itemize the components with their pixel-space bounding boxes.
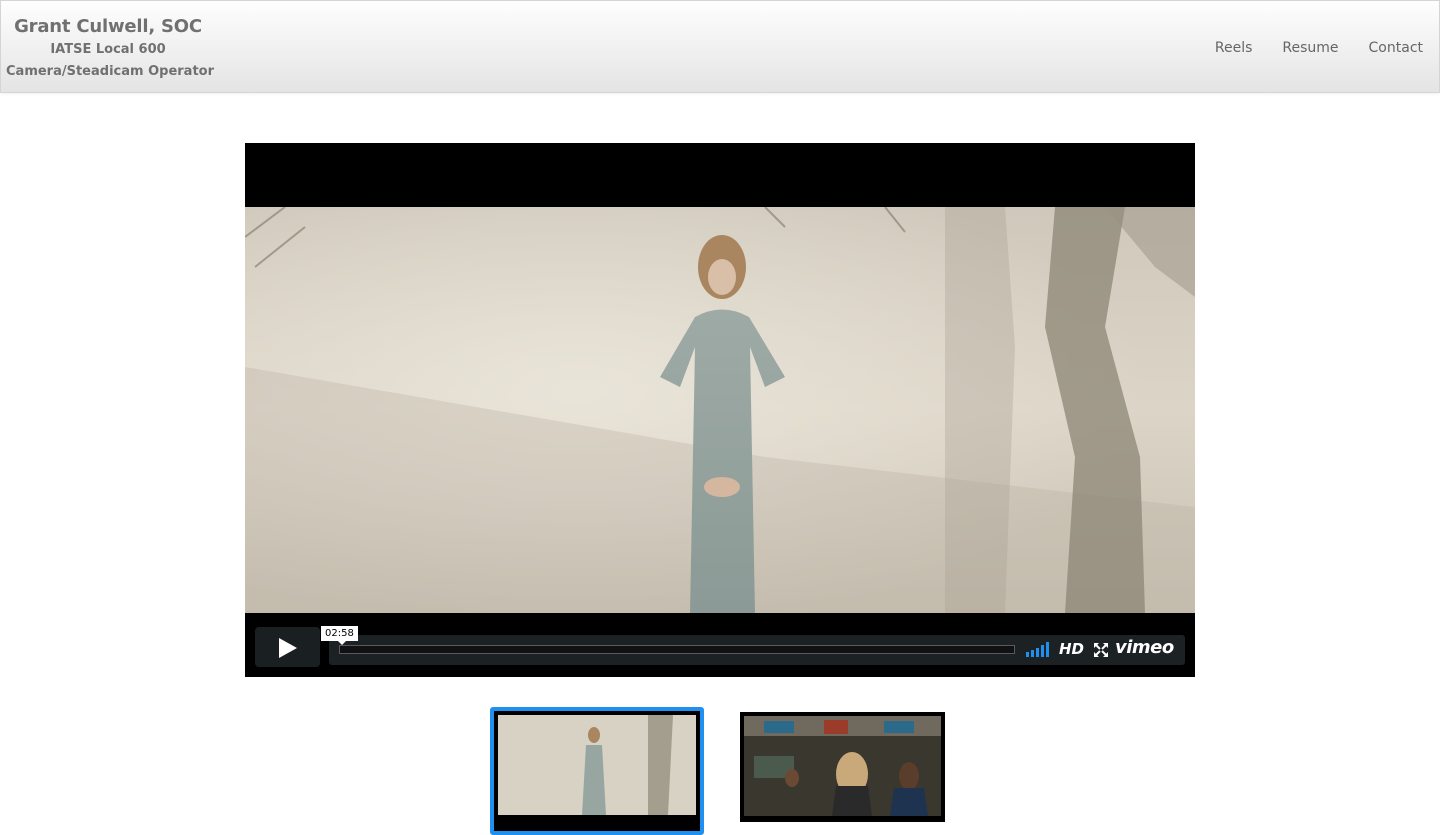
video-still-image xyxy=(245,207,1195,613)
reel-thumbnail-1[interactable] xyxy=(490,707,704,835)
hd-toggle[interactable]: HD xyxy=(1059,640,1084,658)
player-controls: 02:58 HD vimeo xyxy=(245,613,1195,677)
fullscreen-icon[interactable] xyxy=(1094,643,1108,657)
nav-link-resume[interactable]: Resume xyxy=(1282,40,1338,56)
duration-label: 02:58 xyxy=(321,626,358,645)
brand-role: Camera/Steadicam Operator xyxy=(6,64,214,79)
nav-links: Reels Resume Contact xyxy=(1185,40,1423,56)
thumbnail-still-2 xyxy=(744,716,941,816)
thumbnail-still-1 xyxy=(498,715,696,815)
nav-link-contact[interactable]: Contact xyxy=(1369,40,1423,56)
brand-name[interactable]: Grant Culwell, SOC xyxy=(1,16,215,37)
video-player[interactable]: 02:58 HD vimeo xyxy=(245,143,1195,677)
video-frame[interactable] xyxy=(245,207,1195,613)
thumbnail-image xyxy=(744,716,941,816)
progress-bar[interactable] xyxy=(339,645,1015,654)
play-button[interactable] xyxy=(255,627,320,667)
vimeo-logo[interactable]: vimeo xyxy=(1115,637,1174,658)
volume-icon[interactable] xyxy=(1026,641,1052,657)
play-icon xyxy=(279,638,297,658)
top-navbar: Grant Culwell, SOC IATSE Local 600 Camer… xyxy=(0,0,1440,93)
reel-thumbnail-2[interactable] xyxy=(740,712,945,822)
brand-union: IATSE Local 600 xyxy=(50,42,166,57)
nav-link-reels[interactable]: Reels xyxy=(1215,40,1253,56)
thumbnail-image xyxy=(498,715,696,815)
